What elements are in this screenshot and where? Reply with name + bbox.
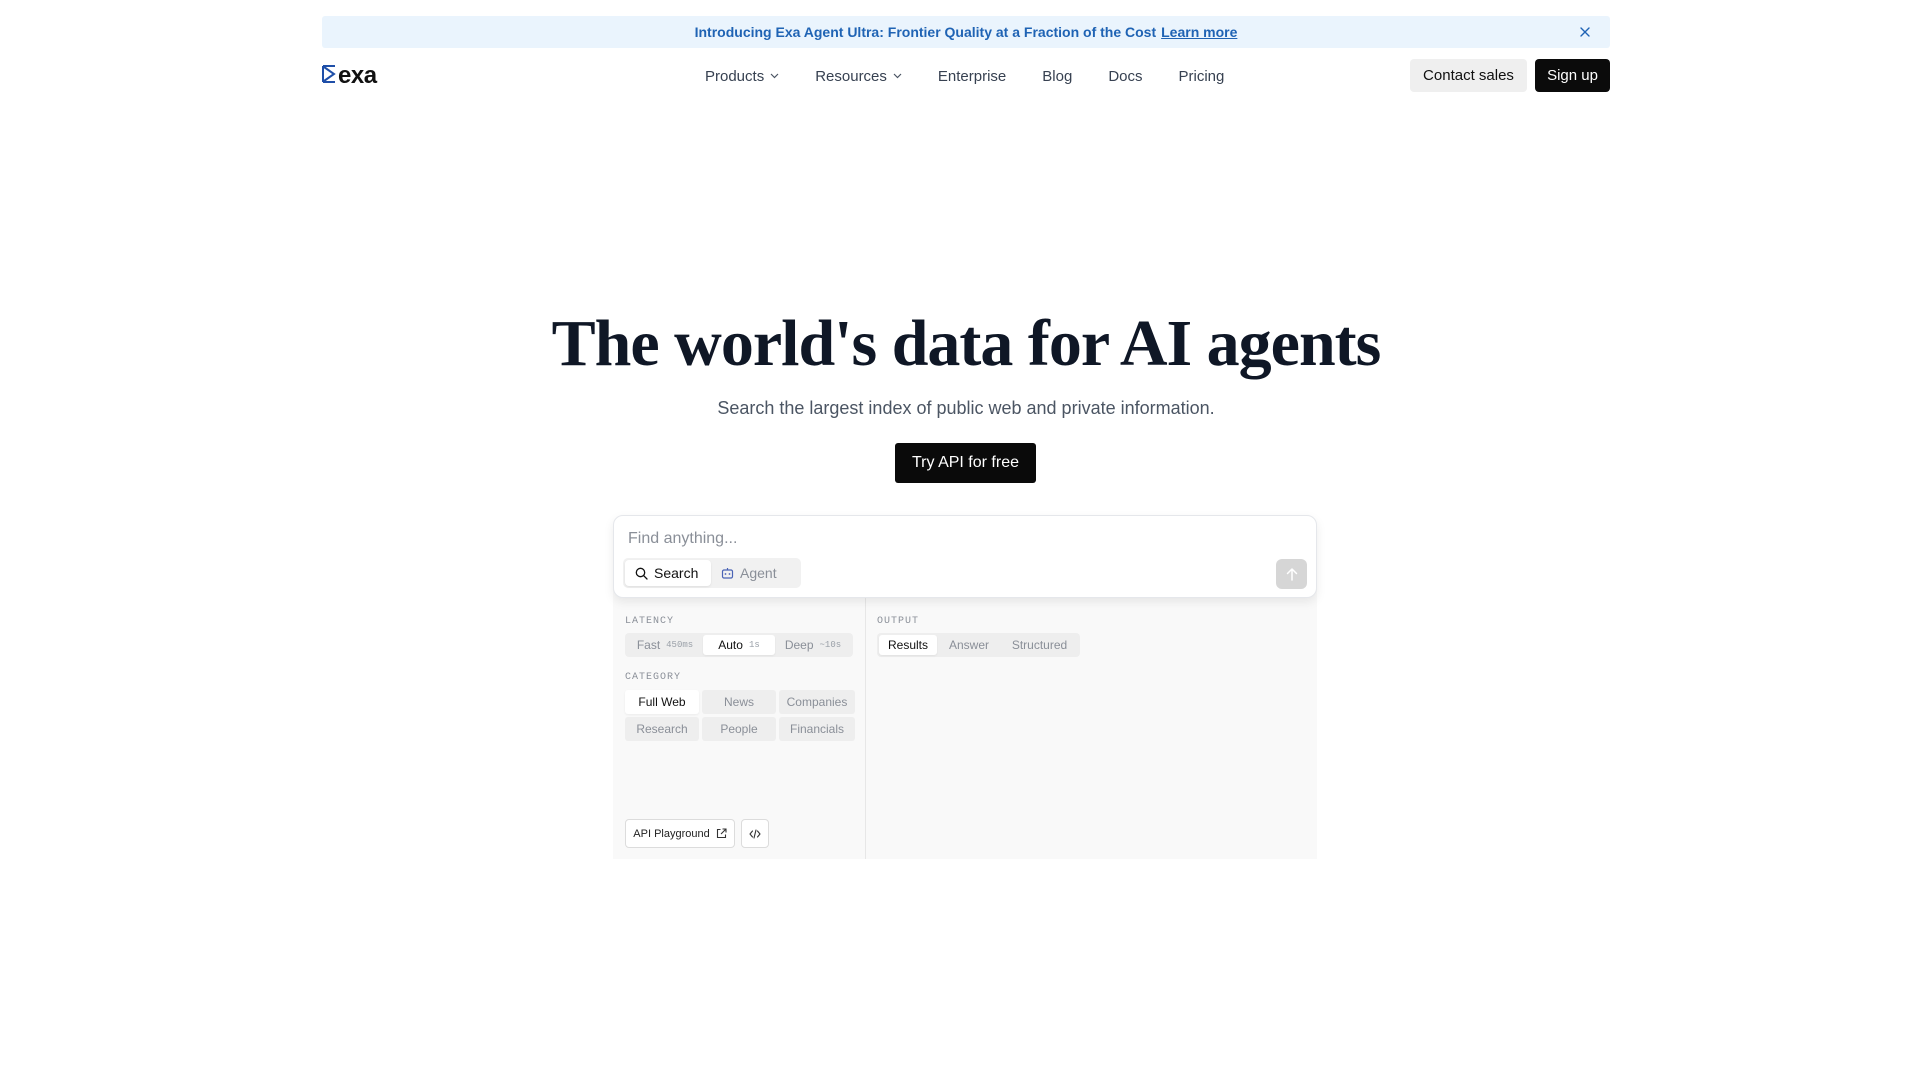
chevron-down-icon [893,73,902,79]
close-icon[interactable] [1576,23,1594,41]
api-playground-label: API Playground [633,827,710,840]
sign-up-button[interactable]: Sign up [1535,59,1610,92]
try-api-button[interactable]: Try API for free [895,443,1036,483]
main-nav: Products Resources Enterprise Blog Docs … [705,66,1224,86]
latency-fast-button[interactable]: Fast 450ms [627,635,703,655]
hero-subtitle: Search the largest index of public web a… [717,398,1215,418]
nav-pricing[interactable]: Pricing [1179,68,1225,85]
search-input[interactable] [628,528,1228,550]
category-news[interactable]: News [702,690,776,714]
latency-label: LATENCY [625,616,675,627]
category-full-web[interactable]: Full Web [625,690,699,714]
mode-search-button[interactable]: Search [625,560,711,586]
mode-label: Search [654,565,699,581]
nav-resources[interactable]: Resources [815,68,902,85]
latency-option-hint: 450ms [666,640,694,650]
category-label: CATEGORY [625,672,682,683]
code-icon [749,828,761,839]
latency-option-label: Fast [636,638,661,652]
robot-icon [721,568,734,579]
output-answer-button[interactable]: Answer [937,635,1001,655]
category-people[interactable]: People [702,717,776,741]
latency-selector: Fast 450ms Auto 1s Deep ~10s [625,633,853,657]
arrow-up-icon [1286,568,1297,581]
api-playground-button[interactable]: API Playground [625,819,735,848]
latency-option-label: Auto [718,638,743,652]
output-structured-button[interactable]: Structured [1001,635,1078,655]
category-companies[interactable]: Companies [779,690,855,714]
nav-products[interactable]: Products [705,68,779,85]
logo-text: exa [338,62,377,89]
mode-toggle: Search Agent [623,558,801,588]
nav-blog[interactable]: Blog [1042,68,1072,85]
nav-label: Resources [815,67,887,85]
contact-sales-button[interactable]: Contact sales [1410,59,1527,92]
output-selector: Results Answer Structured [877,633,1080,657]
category-research[interactable]: Research [625,717,699,741]
panel-divider [865,598,866,859]
nav-enterprise[interactable]: Enterprise [938,68,1006,85]
category-financials[interactable]: Financials [779,717,855,741]
hero-title: The world's data for AI agents [551,307,1382,380]
submit-button[interactable] [1276,559,1307,589]
latency-deep-button[interactable]: Deep ~10s [775,635,851,655]
logo[interactable]: exa [322,62,377,89]
latency-option-hint: 1s [748,640,760,650]
chevron-down-icon [770,73,779,79]
announcement-banner: Introducing Exa Agent Ultra: Frontier Qu… [322,16,1610,48]
latency-option-label: Deep [784,638,814,652]
nav-label: Products [705,67,765,85]
search-icon [635,567,648,580]
learn-more-link[interactable]: Learn more [1161,24,1237,40]
mode-agent-button[interactable]: Agent [711,560,787,586]
view-code-button[interactable] [741,819,769,848]
banner-text: Introducing Exa Agent Ultra: Frontier Qu… [694,24,1157,40]
latency-auto-button[interactable]: Auto 1s [703,635,775,655]
mode-label: Agent [740,565,777,581]
exa-mark-icon [322,64,336,88]
search-card: Search Agent [613,515,1317,598]
nav-docs[interactable]: Docs [1108,68,1142,85]
category-grid: Full Web News Companies Research People … [625,690,855,741]
latency-option-hint: ~10s [819,640,842,650]
output-results-button[interactable]: Results [879,635,937,655]
external-link-icon [716,828,727,839]
output-label: OUTPUT [877,616,920,627]
